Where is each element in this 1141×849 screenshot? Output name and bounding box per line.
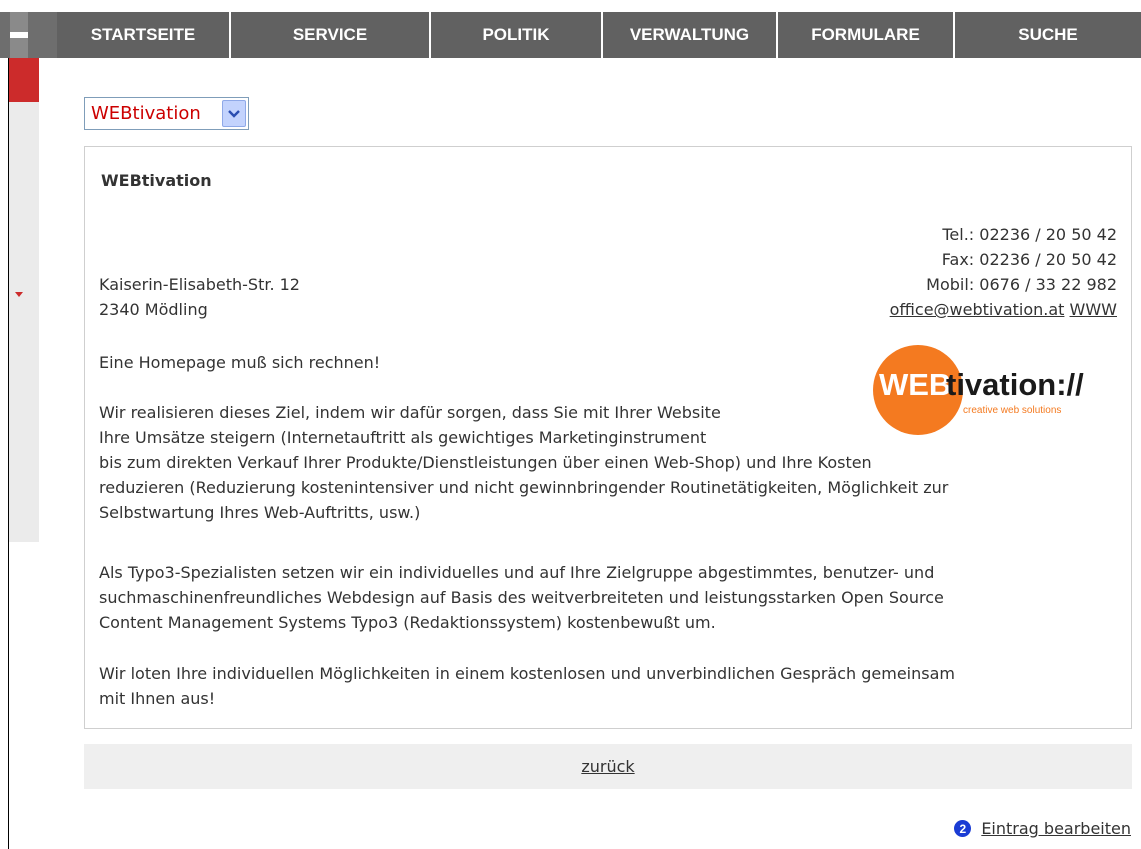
entry-title: WEBtivation xyxy=(101,171,212,190)
edit-number-icon: 2 xyxy=(954,820,972,837)
logo-tivation-text: tivation:// xyxy=(946,367,1084,402)
edit-entry-link[interactable]: Eintrag bearbeiten xyxy=(981,819,1131,838)
nav-bar: STARTSEITE SERVICE POLITIK VERWALTUNG FO… xyxy=(57,12,1141,58)
city-address: 2340 Mödling xyxy=(99,300,208,319)
email-link[interactable]: office@webtivation.at xyxy=(890,300,1065,319)
nav-item-formulare[interactable]: FORMULARE xyxy=(778,12,955,58)
sidebar-arrow-icon[interactable] xyxy=(15,292,23,297)
paragraph-line: Selbstwartung Ihres Web-Auftritts, usw.) xyxy=(99,503,421,522)
paragraph-line: suchmaschinenfreundliches Webdesign auf … xyxy=(99,588,944,607)
back-link[interactable]: zurück xyxy=(581,757,634,776)
phone-number: Tel.: 02236 / 20 50 42 xyxy=(942,225,1117,244)
entry-card: WEBtivation Tel.: 02236 / 20 50 42 Fax: … xyxy=(84,146,1132,729)
edit-entry: 2 Eintrag bearbeiten xyxy=(954,819,1131,838)
website-link[interactable]: WWW xyxy=(1070,300,1117,319)
nav-logo xyxy=(0,12,57,58)
nav-item-verwaltung[interactable]: VERWALTUNG xyxy=(603,12,778,58)
left-sidebar xyxy=(9,58,39,542)
paragraph-line: Content Management Systems Typo3 (Redakt… xyxy=(99,613,716,632)
street-address: Kaiserin-Elisabeth-Str. 12 xyxy=(99,275,300,294)
top-navigation: STARTSEITE SERVICE POLITIK VERWALTUNG FO… xyxy=(0,0,1141,58)
paragraph-goals: Wir realisieren dieses Ziel, indem wir d… xyxy=(99,400,948,525)
paragraph-line: Wir realisieren dieses Ziel, indem wir d… xyxy=(99,403,721,422)
fax-number: Fax: 02236 / 20 50 42 xyxy=(941,250,1117,269)
nav-item-startseite[interactable]: STARTSEITE xyxy=(57,12,231,58)
nav-logo-mark xyxy=(10,32,28,38)
chevron-down-icon[interactable] xyxy=(222,100,246,127)
paragraph-line: reduzieren (Reduzierung kostenintensiver… xyxy=(99,478,949,497)
contact-links: office@webtivation.at WWW xyxy=(890,297,1117,322)
logo-tagline: creative web solutions xyxy=(963,405,1062,416)
paragraph-consulting: Wir loten Ihre individuellen Möglichkeit… xyxy=(99,661,955,711)
paragraph-intro: Eine Homepage muß sich rechnen! xyxy=(99,353,381,372)
nav-item-service[interactable]: SERVICE xyxy=(231,12,431,58)
paragraph-line: Als Typo3-Spezialisten setzen wir ein in… xyxy=(99,563,935,582)
entry-select-value: WEBtivation xyxy=(91,103,201,124)
paragraph-typo3: Als Typo3-Spezialisten setzen wir ein in… xyxy=(99,560,944,635)
mobile-number: Mobil: 0676 / 33 22 982 xyxy=(926,275,1117,294)
entry-select[interactable]: WEBtivation xyxy=(84,97,249,130)
contact-block: Tel.: 02236 / 20 50 42 Fax: 02236 / 20 5… xyxy=(890,222,1117,322)
sidebar-active-marker xyxy=(9,58,39,102)
paragraph-line: Ihre Umsätze steigern (Internetauftritt … xyxy=(99,428,707,447)
address-block: Kaiserin-Elisabeth-Str. 12 2340 Mödling xyxy=(99,272,300,322)
paragraph-line: Wir loten Ihre individuellen Möglichkeit… xyxy=(99,664,955,683)
nav-item-politik[interactable]: POLITIK xyxy=(431,12,603,58)
paragraph-line: bis zum direkten Verkauf Ihrer Produkte/… xyxy=(99,453,872,472)
logo-web-text: WEB xyxy=(879,367,952,402)
back-bar: zurück xyxy=(84,744,1132,789)
paragraph-line: mit Ihnen aus! xyxy=(99,689,216,708)
nav-item-suche[interactable]: SUCHE xyxy=(955,12,1141,58)
